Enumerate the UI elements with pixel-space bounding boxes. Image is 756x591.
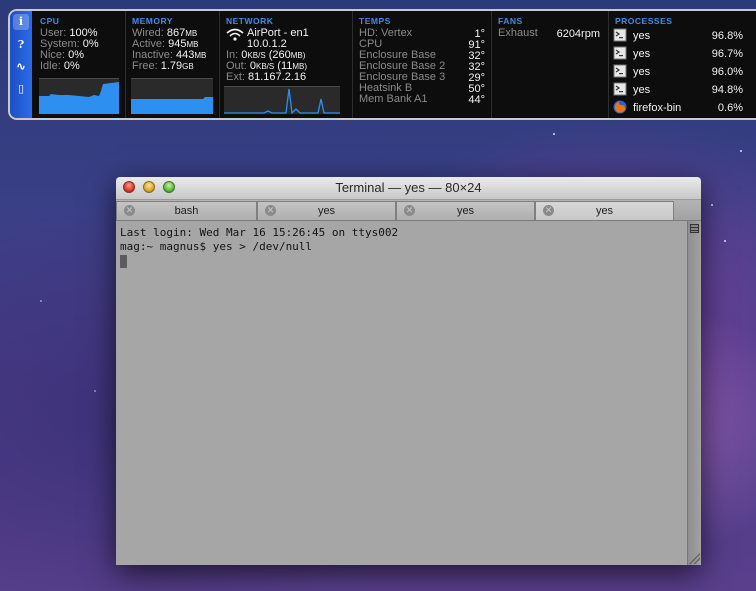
process-row: yes 96.0% — [613, 64, 743, 80]
terminal-titlebar[interactable]: Terminal — yes — 80×24 — [116, 177, 701, 200]
star — [94, 390, 96, 392]
fan-value-exhaust: 6204rpm — [556, 28, 600, 40]
process-name: yes — [633, 66, 651, 78]
network-ext-label: Ext: — [226, 71, 245, 83]
cpu-graph-plot — [39, 82, 119, 114]
memory-free-unit: GB — [182, 62, 194, 71]
info-icon[interactable]: i — [13, 14, 29, 30]
network-graph — [224, 86, 340, 114]
process-cpu-percent: 96.0% — [711, 66, 743, 78]
tab-yes-3[interactable]: ✕ yes — [535, 201, 674, 220]
terminal-cursor-line — [120, 254, 687, 268]
tab-bash[interactable]: ✕ bash — [116, 201, 257, 220]
terminal-content[interactable]: Last login: Wed Mar 16 15:26:45 on ttys0… — [116, 221, 687, 565]
temps-section: TEMPS HD: Vertex 1° CPU 91° Enclosure Ba… — [353, 11, 492, 118]
pulse-icon[interactable]: ∿ — [13, 59, 29, 75]
memory-wired-unit: MB — [185, 29, 198, 38]
memory-graph — [131, 78, 213, 114]
tab-yes-2[interactable]: ✕ yes — [396, 201, 535, 220]
tab-label: yes — [595, 205, 614, 217]
memory-header: MEMORY — [132, 16, 173, 26]
process-row: yes 96.7% — [613, 46, 743, 62]
process-cpu-percent: 96.8% — [711, 30, 743, 42]
memory-free-label: Free: — [132, 60, 158, 72]
star — [711, 204, 713, 206]
fans-section: FANS Exhaust 6204rpm — [492, 11, 609, 118]
terminal-app-icon — [613, 64, 627, 78]
temps-header: TEMPS — [359, 16, 391, 26]
istat-sidebar: i ? ∿ ▯ — [10, 11, 32, 118]
fan-label-exhaust: Exhaust — [498, 27, 538, 39]
resize-grip-icon[interactable] — [689, 553, 700, 564]
network-out-total-unit: MB) — [292, 62, 308, 71]
network-in-unit: KB/S — [247, 51, 266, 60]
memory-free-row: Free: 1.79GB — [132, 61, 194, 72]
text-cursor — [120, 254, 127, 268]
network-graph-plot — [224, 88, 340, 114]
network-ext-value: 81.167.2.16 — [248, 71, 307, 83]
process-cpu-percent: 96.7% — [711, 48, 743, 60]
network-in-total-unit: MB) — [290, 51, 306, 60]
process-row: yes 94.8% — [613, 82, 743, 98]
memory-graph-plot — [131, 97, 213, 114]
star — [553, 133, 555, 135]
star — [724, 240, 726, 242]
terminal-app-icon — [613, 82, 627, 96]
process-row: firefox-bin 0.6% — [613, 100, 743, 116]
fans-header: FANS — [498, 16, 523, 26]
istat-widget: i ? ∿ ▯ CPU User: 100% System: 0% Nice: … — [8, 9, 756, 120]
memory-inactive-unit: MB — [194, 51, 207, 60]
vertical-scrollbar[interactable] — [687, 221, 701, 565]
processes-section: PROCESSES yes 96.8% yes 96.7% yes 96.0% yes 94.… — [609, 11, 756, 118]
memory-free-value: 1.79 — [160, 60, 183, 72]
tab-label: bash — [174, 205, 199, 217]
device-icon[interactable]: ▯ — [13, 81, 29, 97]
process-name: firefox-bin — [633, 102, 682, 114]
cpu-idle-row: Idle: 0% — [40, 61, 80, 72]
process-cpu-percent: 0.6% — [717, 102, 743, 114]
terminal-tabbar: ✕ bash ✕ yes ✕ yes ✕ yes — [116, 200, 701, 221]
cpu-system-value: 0% — [82, 38, 99, 50]
cpu-graph — [39, 78, 119, 114]
cpu-idle-value: 0% — [63, 60, 80, 72]
network-out-unit: KB/S — [255, 62, 275, 71]
firefox-icon — [613, 100, 627, 114]
network-ext-row: Ext: 81.167.2.16 — [226, 72, 306, 83]
tab-label: yes — [317, 205, 336, 217]
process-row: yes 96.8% — [613, 28, 743, 44]
cpu-header: CPU — [40, 16, 60, 26]
terminal-window: Terminal — yes — 80×24 ✕ bash ✕ yes ✕ ye… — [116, 177, 701, 565]
help-icon[interactable]: ? — [13, 37, 29, 53]
network-header: NETWORK — [226, 16, 274, 26]
tab-label: yes — [456, 205, 475, 217]
network-section: NETWORK AirPort - en1 10.0.1.2 In: 0KB/S… — [220, 11, 353, 118]
tab-yes-1[interactable]: ✕ yes — [257, 201, 396, 220]
process-name: yes — [633, 84, 651, 96]
star — [40, 300, 42, 302]
split-pane-icon[interactable] — [690, 224, 699, 233]
wifi-icon — [226, 28, 244, 41]
process-name: yes — [633, 48, 651, 60]
process-name: yes — [633, 30, 651, 42]
terminal-line-command: mag:~ magnus$ yes > /dev/null — [120, 240, 313, 253]
window-title: Terminal — yes — 80×24 — [335, 180, 482, 195]
memory-active-unit: MB — [186, 40, 199, 49]
cpu-section: CPU User: 100% System: 0% Nice: 0% Idle:… — [34, 11, 126, 118]
star — [740, 150, 742, 152]
processes-header: PROCESSES — [615, 16, 673, 26]
memory-section: MEMORY Wired: 867MB Active: 945MB Inacti… — [126, 11, 220, 118]
terminal-app-icon — [613, 28, 627, 42]
temp-value-mem-bank-a1: 44° — [468, 94, 485, 106]
temp-label-mem-bank-a1: Mem Bank A1 — [359, 93, 428, 105]
terminal-line-login: Last login: Wed Mar 16 15:26:45 on ttys0… — [120, 226, 399, 239]
cpu-idle-label: Idle: — [40, 60, 61, 72]
terminal-app-icon — [613, 46, 627, 60]
process-cpu-percent: 94.8% — [711, 84, 743, 96]
